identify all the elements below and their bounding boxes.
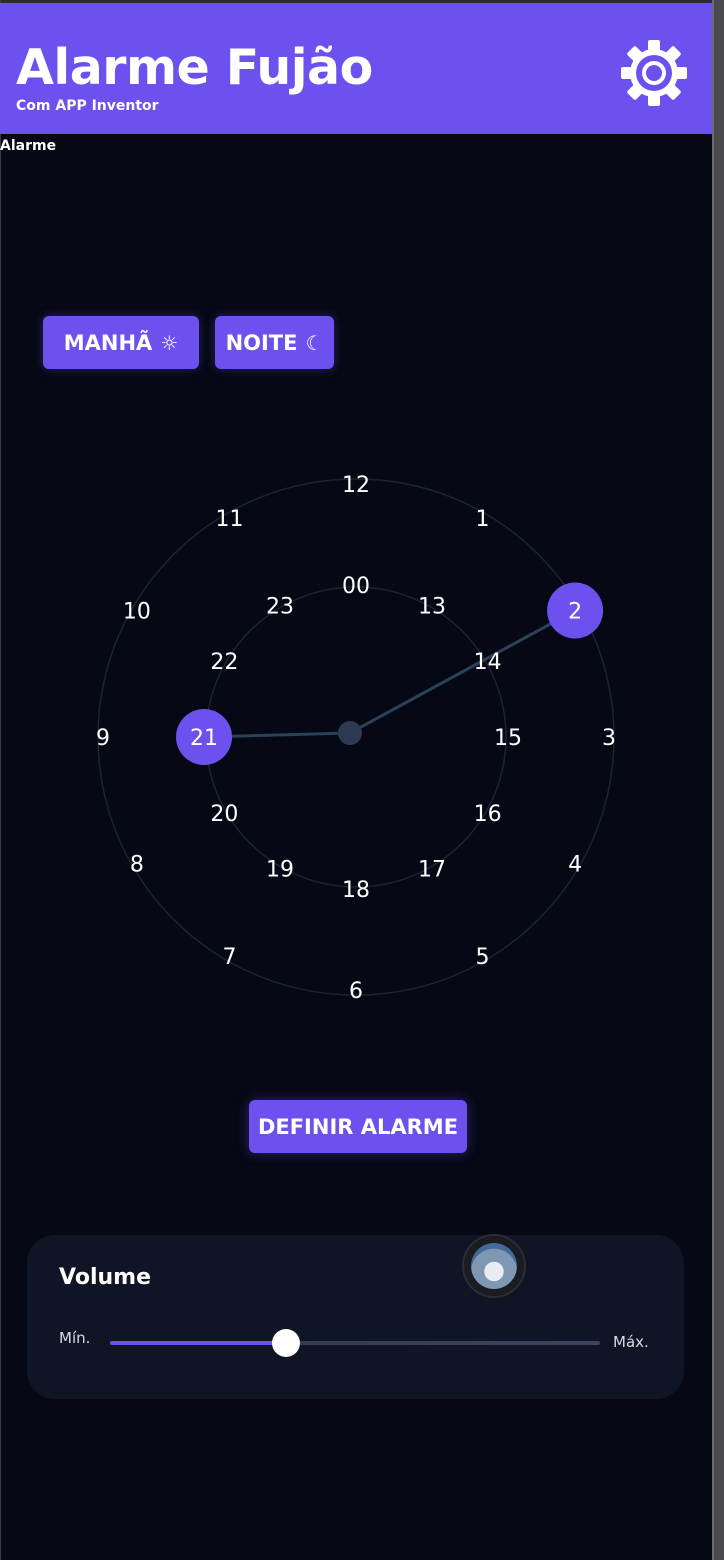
inner-number-13[interactable]: 13 xyxy=(418,594,446,619)
outer-number-12[interactable]: 12 xyxy=(342,473,370,498)
inner-number-00[interactable]: 00 xyxy=(342,574,370,599)
hour-hand xyxy=(203,731,351,739)
volume-card: Volume Mín. Máx. xyxy=(27,1235,684,1399)
inner-number-19[interactable]: 19 xyxy=(266,858,294,883)
app-title: Alarme Fujão xyxy=(16,39,373,96)
gear-icon[interactable] xyxy=(620,39,688,107)
avatar-image xyxy=(471,1243,517,1289)
inner-number-22[interactable]: 22 xyxy=(210,650,238,675)
inner-number-18[interactable]: 18 xyxy=(342,878,370,903)
outer-number-2[interactable]: 2 xyxy=(568,600,582,625)
outer-number-7[interactable]: 7 xyxy=(223,945,237,970)
moon-icon: ☾ xyxy=(305,330,324,355)
inner-number-14[interactable]: 14 xyxy=(474,650,502,675)
morning-button[interactable]: MANHÃ ☼ xyxy=(43,316,199,369)
window-scrollbar[interactable] xyxy=(712,0,724,1560)
night-button[interactable]: NOITE ☾ xyxy=(215,316,334,369)
volume-min-label: Mín. xyxy=(59,1329,91,1347)
inner-number-23[interactable]: 23 xyxy=(266,594,294,619)
sun-icon: ☼ xyxy=(160,330,179,355)
app-header: Alarme Fujão Com APP Inventor xyxy=(0,3,712,134)
selected-minute-marker[interactable] xyxy=(547,582,604,639)
window-left-edge xyxy=(0,0,1,1560)
volume-slider-thumb[interactable] xyxy=(272,1329,301,1357)
volume-slider-fill xyxy=(110,1341,287,1345)
clock-center xyxy=(338,721,362,745)
inner-ring xyxy=(205,586,507,888)
inner-number-21[interactable]: 21 xyxy=(190,726,218,751)
volume-max-label: Máx. xyxy=(613,1333,649,1351)
inner-number-16[interactable]: 16 xyxy=(474,802,502,827)
outer-number-4[interactable]: 4 xyxy=(568,853,582,878)
clock-numbers: 121345678910110013141516171819202223 221 xyxy=(96,473,616,1004)
night-label: NOITE xyxy=(225,330,298,355)
volume-title: Volume xyxy=(59,1265,151,1290)
inner-number-20[interactable]: 20 xyxy=(210,802,238,827)
outer-number-1[interactable]: 1 xyxy=(476,507,490,532)
set-alarm-button[interactable]: DEFINIR ALARME xyxy=(249,1100,467,1153)
section-label: Alarme xyxy=(0,138,57,154)
selected-hour-marker[interactable] xyxy=(176,709,232,765)
inner-number-15[interactable]: 15 xyxy=(494,726,522,751)
outer-number-3[interactable]: 3 xyxy=(602,726,616,751)
outer-number-11[interactable]: 11 xyxy=(216,507,244,532)
outer-number-9[interactable]: 9 xyxy=(96,726,110,751)
inner-number-17[interactable]: 17 xyxy=(418,858,446,883)
floating-avatar[interactable] xyxy=(462,1234,526,1298)
outer-number-10[interactable]: 10 xyxy=(123,600,151,625)
morning-label: MANHÃ xyxy=(63,330,153,355)
minute-hand xyxy=(349,609,576,735)
outer-number-5[interactable]: 5 xyxy=(476,945,490,970)
volume-slider[interactable] xyxy=(110,1329,600,1357)
outer-number-8[interactable]: 8 xyxy=(130,853,144,878)
outer-ring xyxy=(97,478,615,996)
set-alarm-label: DEFINIR ALARME xyxy=(257,1114,459,1139)
app-subtitle: Com APP Inventor xyxy=(16,98,159,114)
outer-number-6[interactable]: 6 xyxy=(349,979,363,1004)
